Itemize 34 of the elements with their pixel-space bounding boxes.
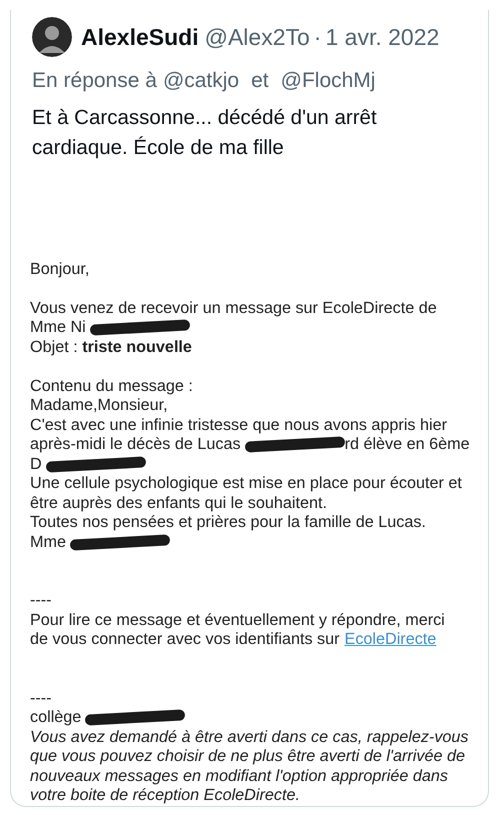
email-text: nouveaux messages en modifiant l'option appropriée dans xyxy=(30,766,448,786)
avatar[interactable] xyxy=(32,17,72,57)
email-text: Vous avez demandé à être averti dans ce cas, rappelez-vous xyxy=(30,728,469,747)
email-text: après-midi le décès de Lucas xyxy=(30,435,241,454)
author-name[interactable]: AlexleSudi xyxy=(81,24,199,50)
email-text: Mme Ni xyxy=(30,318,86,338)
email-text: être auprès des enfants qui le souhaitent. xyxy=(30,494,327,513)
email-text: D xyxy=(30,454,42,474)
email-text: votre boite de réception EcoleDirecte. xyxy=(30,786,300,806)
email-text: Vous venez de recevoir un message sur EcoleDirecte de xyxy=(30,298,437,318)
email-text: Toutes nos pensées et prières pour la famille de Lucas. xyxy=(30,513,426,532)
email-text: rd élève en 6ème xyxy=(344,435,470,454)
author-handle[interactable]: @Alex2To xyxy=(204,24,310,50)
email-text: Contenu du message : xyxy=(30,376,193,396)
email-text: collège xyxy=(30,708,82,728)
email-text: Madame,Monsieur, xyxy=(30,396,168,416)
email-text: Pour lire ce message et éventuellement y répondre, merci xyxy=(30,610,445,630)
email-text: Une cellule psychologique est mise en place pour écouter et xyxy=(30,474,462,494)
separator: · xyxy=(314,24,322,50)
email-link[interactable]: EcoleDirecte xyxy=(344,630,436,650)
tweet-text: Et à Carcassonne... décédé d'un arrêt cardiaque. École de ma fille xyxy=(32,105,378,161)
email-text: Objet : triste nouvelle xyxy=(30,338,192,357)
reply-label: En réponse à xyxy=(32,69,157,93)
mention-link[interactable]: @FlochMj xyxy=(280,69,376,93)
post-date[interactable]: 1 avr. 2022 xyxy=(325,24,440,50)
email-text: que vous pouvez choisir de ne plus être averti de l'arrivée de xyxy=(30,747,466,766)
email-text: Mme xyxy=(30,532,66,552)
email-text: ---- xyxy=(30,688,52,708)
email-text: C'est avec une infinie tristesse que nous avons appris hier xyxy=(30,416,448,435)
email-text: de vous connecter avec vos identifiants sur xyxy=(30,630,340,650)
email-text: Bonjour, xyxy=(30,260,90,279)
reply-conjunction: et xyxy=(251,69,269,93)
mention-link[interactable]: @catkjo xyxy=(162,69,240,93)
email-text: ---- xyxy=(30,591,52,610)
